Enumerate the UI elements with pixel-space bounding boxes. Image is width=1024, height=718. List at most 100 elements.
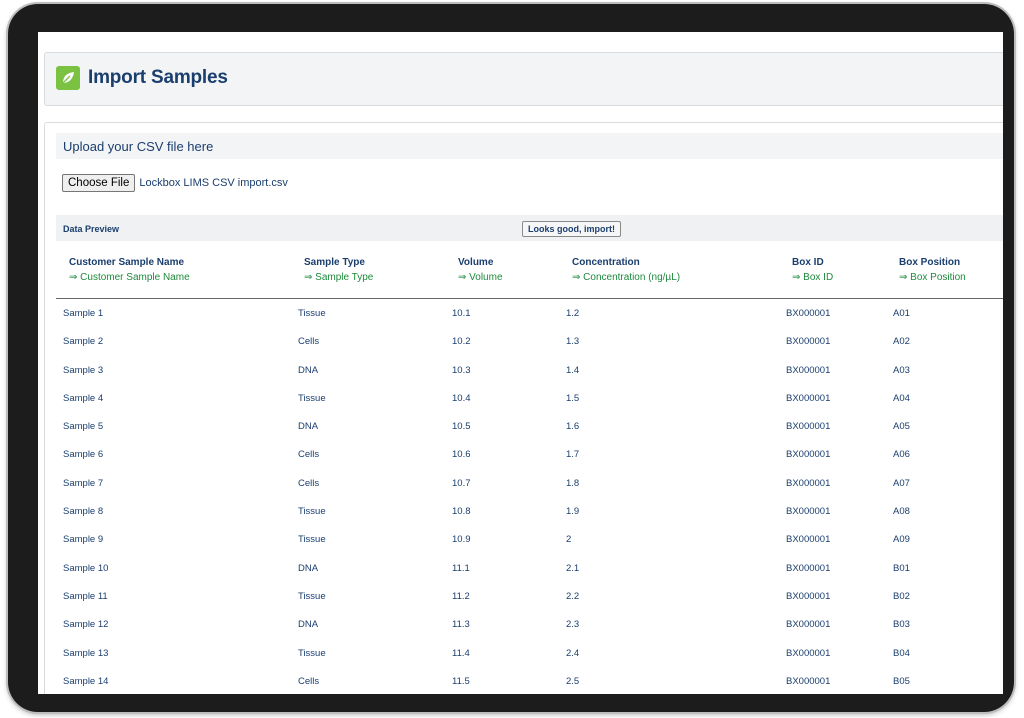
table-cell: 1.6 xyxy=(566,421,580,433)
column-mapping: ⇒ Volume xyxy=(458,272,503,283)
upload-section: Upload your CSV file here xyxy=(56,133,1003,159)
table-cell: Sample 14 xyxy=(63,675,109,687)
app-screen: Import Samples Upload your CSV file here… xyxy=(38,32,1003,694)
table-row: Sample 14 Cells 11.5 2.5 BX000001 B05 xyxy=(56,667,1003,694)
table-cell: 11.2 xyxy=(452,590,470,602)
leaf-icon xyxy=(56,66,80,90)
table-row: Sample 4 Tissue 10.4 1.5 BX000001 A04 xyxy=(56,384,1003,412)
table-body: Sample 1 Tissue 10.1 1.2 BX000001 A01 Sample 2… xyxy=(56,299,1003,694)
table-cell: Sample 10 xyxy=(63,562,109,574)
column-mapping: ⇒ Sample Type xyxy=(304,272,374,283)
column-header-name: Box Position xyxy=(899,257,961,268)
table-row: Sample 3 DNA 10.3 1.4 BX000001 A03 xyxy=(56,356,1003,384)
table-cell: Cells xyxy=(298,336,320,348)
table-cell: BX000001 xyxy=(786,675,831,687)
table-cell: 1.7 xyxy=(566,449,580,461)
table-cell: A08 xyxy=(893,506,910,518)
table-row: Sample 10 DNA 11.1 2.1 BX000001 B01 xyxy=(56,554,1003,582)
table-cell: B02 xyxy=(893,590,910,602)
table-cell: 10.1 xyxy=(452,308,471,319)
table-row: Sample 11 Tissue 11.2 2.2 BX000001 B02 xyxy=(56,582,1003,610)
table-cell: 2 xyxy=(566,534,572,546)
file-picker: Choose File Lockbox LIMS CSV import.csv xyxy=(62,174,288,192)
table-row: Sample 7 Cells 10.7 1.8 BX000001 A07 xyxy=(56,469,1003,497)
data-preview-label: Data Preview xyxy=(63,224,120,234)
table-cell: 2.5 xyxy=(566,675,580,687)
table-cell: 2.1 xyxy=(566,562,580,574)
table-cell: Sample 12 xyxy=(63,619,109,631)
table-cell: BX000001 xyxy=(786,619,831,631)
table-cell: A05 xyxy=(893,421,910,433)
column-mapping: ⇒ Box ID xyxy=(792,272,834,283)
table-cell: A02 xyxy=(893,336,910,348)
table-cell: 2.2 xyxy=(566,590,580,602)
choose-file-button[interactable]: Choose File xyxy=(62,174,136,192)
table-cell: 11.4 xyxy=(452,647,470,659)
table-cell: B05 xyxy=(893,675,910,687)
table-cell: 10.8 xyxy=(452,506,471,518)
upload-label: Upload your CSV file here xyxy=(63,139,214,154)
column-header-name: Volume xyxy=(458,257,494,268)
table-cell: Tissue xyxy=(298,590,326,602)
table-cell: 2.3 xyxy=(566,619,580,631)
table-cell: Tissue xyxy=(298,506,326,518)
table-cell: A09 xyxy=(893,534,910,546)
table-cell: B04 xyxy=(893,647,910,659)
table-cell: Sample 9 xyxy=(63,534,104,546)
table-header: Customer Sample Name ⇒ Customer Sample N… xyxy=(56,250,1003,299)
table-cell: Sample 1 xyxy=(63,308,104,319)
table-cell: Cells xyxy=(298,477,320,489)
table-cell: BX000001 xyxy=(786,647,831,659)
table-cell: A03 xyxy=(893,364,910,376)
table-cell: DNA xyxy=(298,562,319,574)
table-cell: 10.3 xyxy=(452,364,471,376)
table-cell: Sample 4 xyxy=(63,392,104,404)
table-cell: BX000001 xyxy=(786,421,831,433)
table-cell: 10.6 xyxy=(452,449,471,461)
column-header: Sample Type ⇒ Sample Type xyxy=(304,257,373,283)
table-cell: Sample 7 xyxy=(63,477,104,489)
table-cell: 1.3 xyxy=(566,336,580,348)
table-cell: BX000001 xyxy=(786,364,831,376)
table-cell: BX000001 xyxy=(786,590,831,602)
table-cell: BX000001 xyxy=(786,506,831,518)
table-cell: 1.5 xyxy=(566,392,580,404)
table-cell: Tissue xyxy=(298,647,326,659)
table-cell: BX000001 xyxy=(786,336,831,348)
table-cell: Sample 6 xyxy=(63,449,104,461)
import-button[interactable]: Looks good, import! xyxy=(522,221,621,237)
table-cell: Sample 13 xyxy=(63,647,109,659)
page-title: Import Samples xyxy=(88,67,228,88)
data-preview-bar: Data Preview Looks good, import! xyxy=(56,215,1003,241)
table-cell: DNA xyxy=(298,421,319,433)
table-row: Sample 2 Cells 10.2 1.3 BX000001 A02 xyxy=(56,327,1003,355)
column-mapping: ⇒ Box Position xyxy=(899,272,966,283)
tablet-frame: Import Samples Upload your CSV file here… xyxy=(8,4,1014,712)
column-header: Box Position ⇒ Box Position xyxy=(899,257,966,283)
table-row: Sample 1 Tissue 10.1 1.2 BX000001 A01 xyxy=(56,299,1003,327)
table-cell: Tissue xyxy=(298,534,326,546)
table-row: Sample 5 DNA 10.5 1.6 BX000001 A05 xyxy=(56,412,1003,440)
column-header-name: Box ID xyxy=(792,257,824,268)
table-cell: 11.3 xyxy=(452,619,470,631)
table-row: Sample 13 Tissue 11.4 2.4 BX000001 B04 xyxy=(56,639,1003,667)
table-cell: Sample 2 xyxy=(63,336,104,348)
table-cell: B03 xyxy=(893,619,910,631)
page-header: Import Samples xyxy=(44,52,1003,106)
selected-file-name: Lockbox LIMS CSV import.csv xyxy=(139,177,288,189)
table-cell: Sample 8 xyxy=(63,506,104,518)
table-cell: 1.9 xyxy=(566,506,580,518)
column-header: Volume ⇒ Volume xyxy=(458,257,503,283)
table-cell: 1.4 xyxy=(566,364,580,376)
column-header-name: Customer Sample Name xyxy=(69,257,185,268)
table-cell: 10.9 xyxy=(452,534,471,546)
table-cell: Sample 5 xyxy=(63,421,104,433)
table-cell: BX000001 xyxy=(786,449,831,461)
table-cell: Tissue xyxy=(298,392,326,404)
table-cell: A04 xyxy=(893,392,910,404)
table-cell: Sample 11 xyxy=(63,590,108,602)
column-header: Box ID ⇒ Box ID xyxy=(792,257,833,283)
table-cell: BX000001 xyxy=(786,477,831,489)
column-mapping: ⇒ Concentration (ng/µL) xyxy=(572,272,681,283)
column-header-name: Concentration xyxy=(572,257,640,268)
